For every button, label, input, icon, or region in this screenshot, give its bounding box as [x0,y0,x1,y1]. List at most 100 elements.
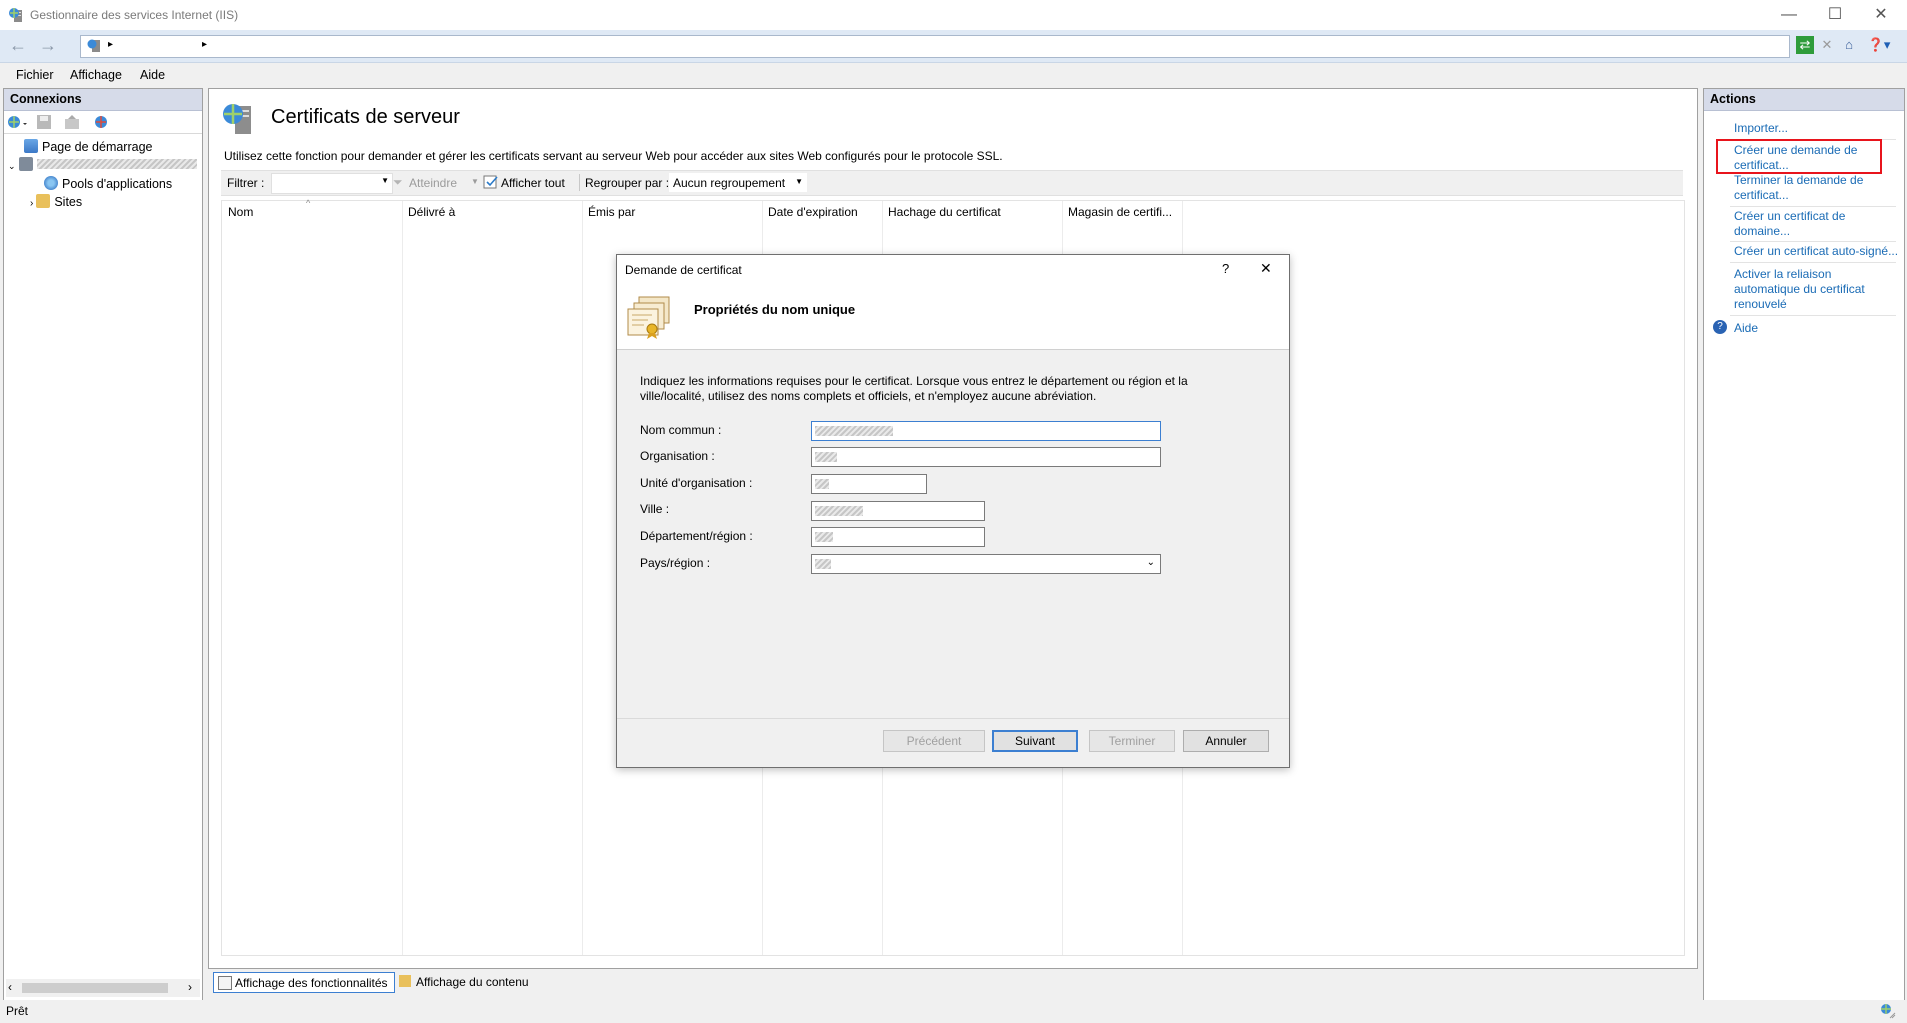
menu-fichier[interactable]: Fichier [16,68,54,82]
help-circle-icon: ? [1713,320,1727,334]
redacted-value [815,426,893,436]
tab-features-view[interactable]: Affichage des fonctionnalités [213,972,395,993]
state-input[interactable] [811,527,985,547]
go-dropdown-icon[interactable]: ▼ [471,177,479,186]
org-unit-label: Unité d'organisation : [640,476,753,490]
status-text: Prêt [6,1004,29,1018]
country-select[interactable]: ⌄ [811,554,1161,574]
column-header-emis-par[interactable]: Émis par [588,205,635,219]
org-unit-input[interactable] [811,474,927,494]
menu-bar: Fichier Affichage Aide [0,63,1907,87]
group-by-select[interactable]: Aucun regroupement ▼ [669,173,807,192]
stop-icon[interactable]: ✕ [1818,36,1836,54]
save-icon[interactable] [36,114,52,130]
cancel-button[interactable]: Annuler [1183,730,1269,752]
connect-icon[interactable] [7,114,29,130]
certificate-request-dialog: Demande de certificat ? ✕ Propriétés du … [616,254,1290,768]
scroll-thumb[interactable] [22,983,168,993]
help-icon[interactable]: ❓▾ [1866,36,1892,54]
window-title: Gestionnaire des services Internet (IIS) [30,8,239,22]
redacted-value [815,452,837,462]
menu-aide[interactable]: Aide [140,68,165,82]
home-icon[interactable]: ⌂ [1840,36,1858,54]
connections-header: Connexions [4,89,202,111]
server-node-icon [19,157,34,171]
connections-toolbar [4,111,202,134]
minimize-button[interactable]: — [1766,0,1812,30]
iis-app-icon [8,7,24,23]
action-create-self-signed[interactable]: Créer un certificat auto-signé... [1734,244,1902,259]
breadcrumb-separator-2[interactable]: ▸ [202,39,207,50]
action-aide[interactable]: Aide [1734,321,1758,336]
server-name-redacted [37,159,198,169]
tree-start-page[interactable]: Page de démarrage [24,139,153,154]
back-button[interactable]: ← [6,34,30,58]
country-label: Pays/région : [640,556,711,570]
city-input[interactable] [811,501,985,521]
dialog-heading: Propriétés du nom unique [694,302,856,317]
tree-start-page-label: Page de démarrage [42,140,153,154]
refresh-icon[interactable]: ⇄ [1796,36,1814,54]
tree-app-pools[interactable]: Pools d'applications [44,176,172,191]
tab-features-view-label: Affichage des fonctionnalités [235,976,388,990]
collapse-chevron-icon[interactable]: ⌄ [8,161,16,171]
column-header-nom[interactable]: Nom [228,205,253,219]
tree-app-pools-label: Pools d'applications [62,177,173,191]
finish-button[interactable]: Terminer [1089,730,1175,752]
page-description: Utilisez cette fonction pour demander et… [224,149,1003,163]
filter-label: Filtrer : [227,176,265,190]
page-title: Certificats de serveur [271,106,460,128]
column-header-magasin[interactable]: Magasin de certifi... [1068,205,1172,219]
tree-server-node[interactable]: ⌄ [8,157,198,172]
action-create-domain-cert[interactable]: Créer un certificat de domaine... [1734,209,1864,239]
filter-dropdown-icon[interactable]: ▼ [381,176,389,185]
filter-bar: Filtrer : ▼ ⏷ Atteindre ▼ Afficher tout … [221,170,1683,196]
column-header-expiration[interactable]: Date d'expiration [768,205,858,219]
next-button[interactable]: Suivant [992,730,1078,752]
go-button[interactable]: Atteindre [409,176,457,190]
organization-input[interactable] [811,447,1161,467]
show-all-icon [483,174,499,190]
country-dropdown-icon[interactable]: ⌄ [1147,557,1155,568]
previous-button[interactable]: Précédent [883,730,985,752]
dialog-title: Demande de certificat [625,263,742,277]
expand-chevron-icon[interactable]: › [30,198,33,209]
status-bar: Prêt [0,1000,1907,1023]
group-by-dropdown-icon[interactable]: ▼ [795,177,803,186]
network-icon[interactable] [92,114,110,130]
common-name-input[interactable] [811,421,1161,441]
sites-folder-icon [36,194,51,208]
dialog-close-button[interactable]: ✕ [1260,260,1272,277]
maximize-button[interactable]: ☐ [1812,0,1858,30]
tree-sites[interactable]: › Sites [30,194,82,209]
tree-sites-label: Sites [54,195,83,209]
network-status-icon [1880,1003,1896,1019]
forward-button[interactable]: → [36,34,60,58]
tab-content-view-label: Affichage du contenu [416,975,529,989]
city-label: Ville : [640,502,670,516]
up-icon[interactable] [64,114,80,130]
actions-panel: Actions Importer... Créer une demande de… [1703,88,1905,1002]
action-importer[interactable]: Importer... [1734,121,1898,136]
group-by-value: Aucun regroupement [673,176,786,190]
scroll-left-icon[interactable]: ‹ [8,980,12,994]
action-complete-request[interactable]: Terminer la demande de certificat... [1734,173,1874,203]
content-view-icon [399,975,411,987]
horizontal-scrollbar[interactable]: ‹ › [6,979,200,997]
group-by-label: Regrouper par : [585,176,670,190]
column-header-hachage[interactable]: Hachage du certificat [888,205,1001,219]
show-all-button[interactable]: Afficher tout [501,176,565,190]
column-header-delivre-a[interactable]: Délivré à [408,205,455,219]
dialog-help-button[interactable]: ? [1222,261,1229,276]
redacted-value [815,506,863,516]
action-separator [1730,241,1896,242]
tab-content-view[interactable]: Affichage du contenu [397,972,557,991]
filter-input[interactable]: ▼ [271,173,393,194]
address-bar[interactable]: ▸ ▸ [80,35,1790,58]
action-enable-rebind[interactable]: Activer la reliaison automatique du cert… [1734,267,1884,312]
scroll-right-icon[interactable]: › [188,980,192,994]
sort-indicator-icon: ^ [306,198,311,208]
menu-affichage[interactable]: Affichage [70,68,122,82]
breadcrumb-separator[interactable]: ▸ [108,39,113,50]
close-window-button[interactable]: ✕ [1858,0,1904,30]
